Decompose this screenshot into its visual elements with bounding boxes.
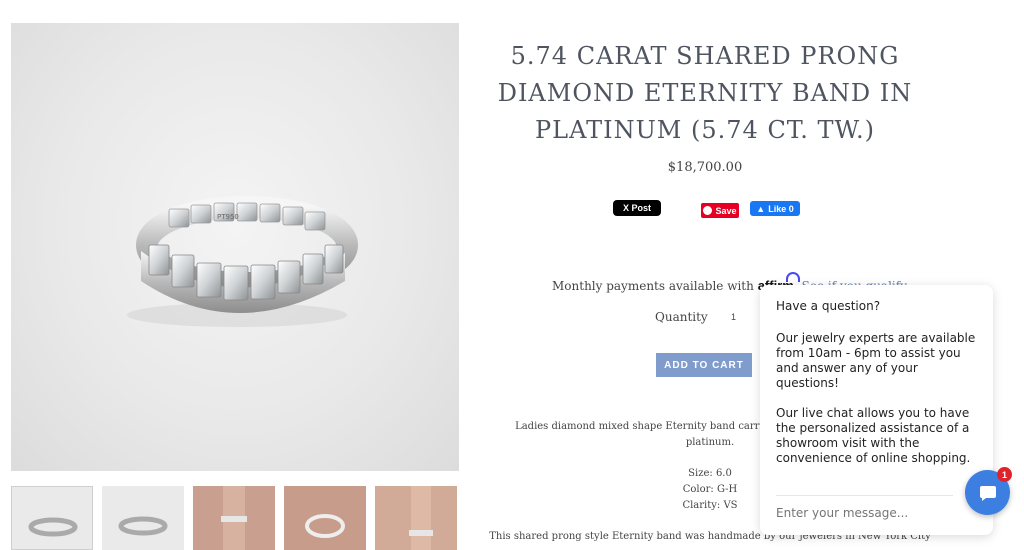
quantity-input[interactable]: 1	[731, 312, 736, 322]
chat-hours-text: Our jewelry experts are available from 1…	[776, 331, 976, 390]
chat-divider	[776, 495, 953, 496]
chat-bubble-icon	[979, 485, 996, 501]
thumbnail-2[interactable]	[102, 486, 184, 550]
chat-question: Have a question?	[776, 299, 881, 313]
thumbs-up-icon: ▲	[756, 203, 766, 214]
pinterest-save-button[interactable]: Save	[701, 203, 739, 218]
x-post-label: X Post	[622, 203, 651, 213]
thumbnail-5[interactable]	[375, 486, 457, 550]
product-title: 5.74 CARAT SHARED PRONG DIAMOND ETERNITY…	[497, 42, 913, 144]
thumbnail-4[interactable]	[284, 486, 366, 550]
svg-text:PT950: PT950	[217, 213, 239, 221]
thumbnail-3[interactable]	[193, 486, 275, 550]
pinterest-icon	[703, 206, 713, 215]
pinterest-save-label: Save	[715, 205, 737, 216]
product-price: $18,700.00	[667, 160, 743, 175]
affirm-text: Monthly payments available with	[552, 279, 754, 293]
chat-unread-badge: 1	[997, 467, 1012, 482]
add-to-cart-button[interactable]: ADD TO CART	[656, 353, 752, 377]
product-main-image[interactable]: PT950	[11, 23, 459, 471]
thumbnail-strip	[11, 486, 459, 550]
quantity-label: Quantity	[655, 310, 708, 324]
chat-showroom-text: Our live chat allows you to have the per…	[776, 406, 971, 465]
facebook-like-label: Like 0	[768, 203, 794, 214]
chat-popup: Have a question? Our jewelry experts are…	[760, 285, 993, 535]
x-post-button[interactable]: X Post	[613, 200, 661, 216]
chat-message-input[interactable]	[776, 506, 956, 520]
description-line-2: platinum.	[685, 437, 735, 448]
thumbnail-1[interactable]	[11, 486, 93, 550]
facebook-like-button[interactable]: ▲ Like 0	[750, 201, 800, 216]
